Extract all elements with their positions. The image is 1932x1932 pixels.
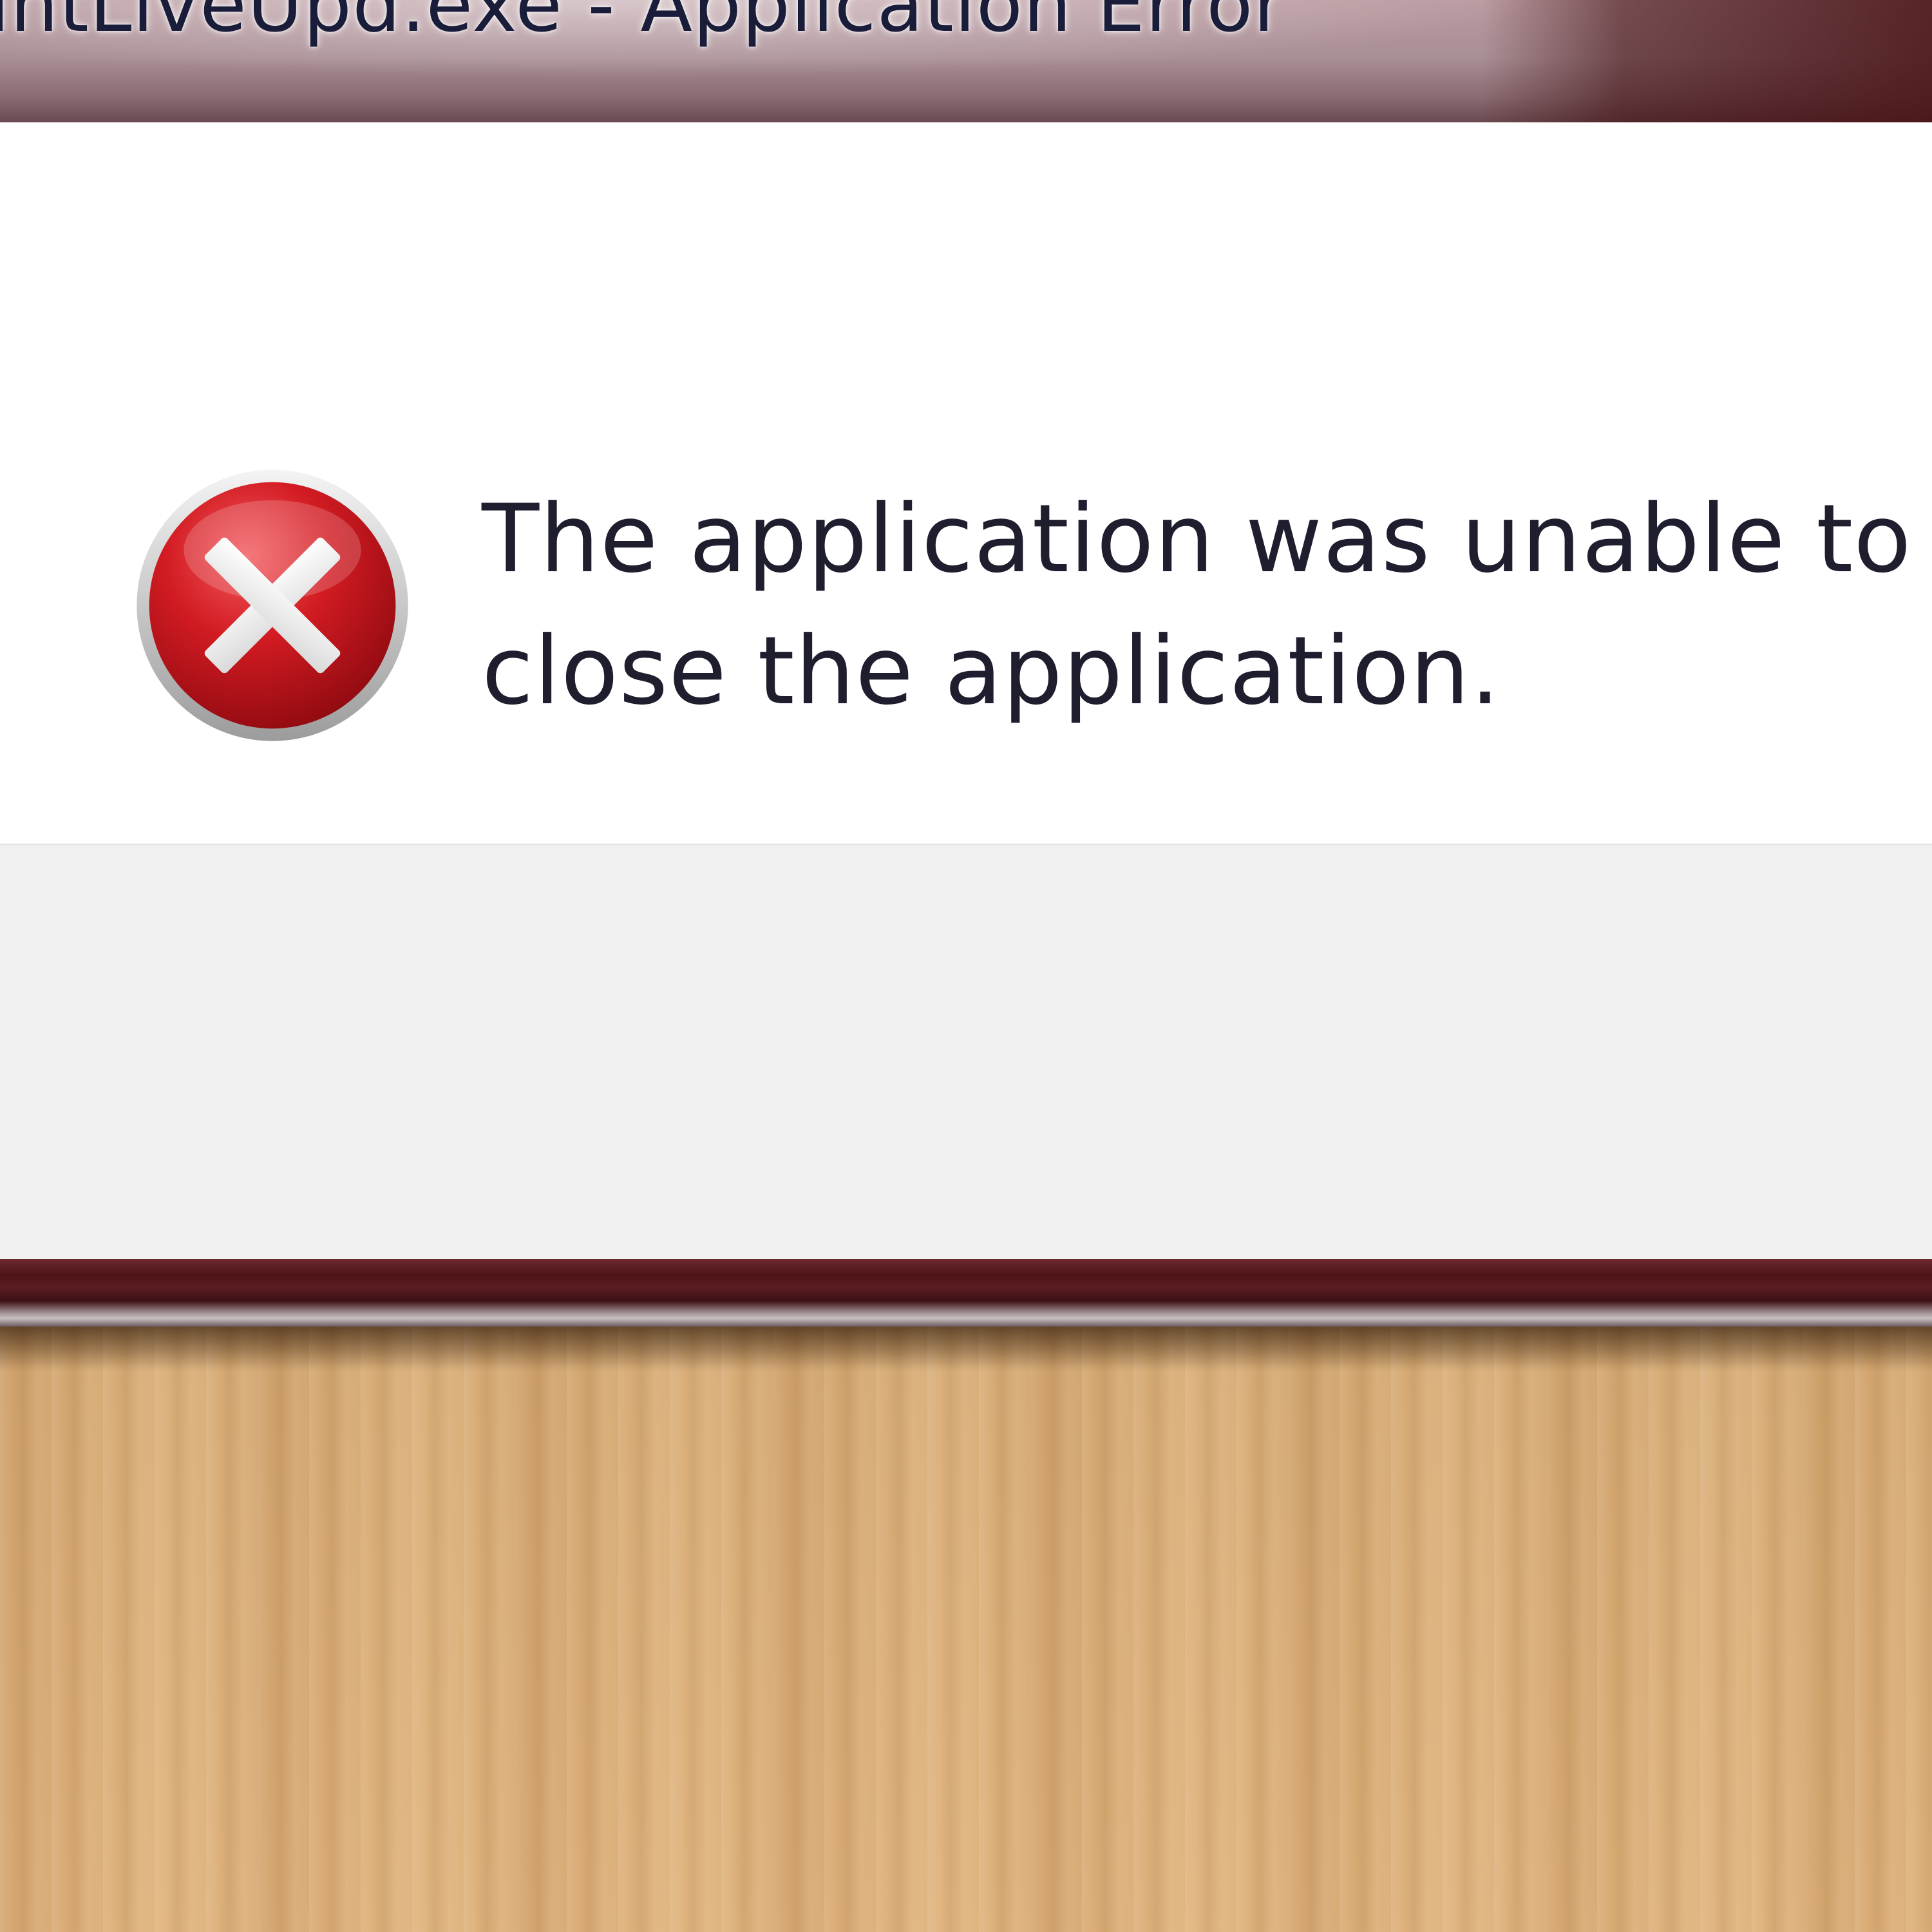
dialog-content: The application was unable to st close t… — [0, 122, 1932, 844]
screen: untLiveUpd.exe - Application Error The a… — [0, 0, 1932, 1932]
dialog-title: untLiveUpd.exe - Application Error — [0, 0, 1285, 49]
error-message-line-2: close the application. — [482, 616, 1501, 726]
dialog-button-area — [0, 844, 1932, 1270]
title-bar[interactable]: untLiveUpd.exe - Application Error — [0, 0, 1932, 122]
error-message: The application was unable to st close t… — [482, 473, 1932, 737]
window-bottom-frame — [0, 1259, 1932, 1327]
desktop-background — [0, 1327, 1932, 1932]
error-dialog: untLiveUpd.exe - Application Error The a… — [0, 0, 1932, 1327]
window-drop-shadow — [0, 1327, 1932, 1372]
error-message-line-1: The application was unable to st — [482, 484, 1932, 594]
error-x-icon — [137, 469, 408, 741]
